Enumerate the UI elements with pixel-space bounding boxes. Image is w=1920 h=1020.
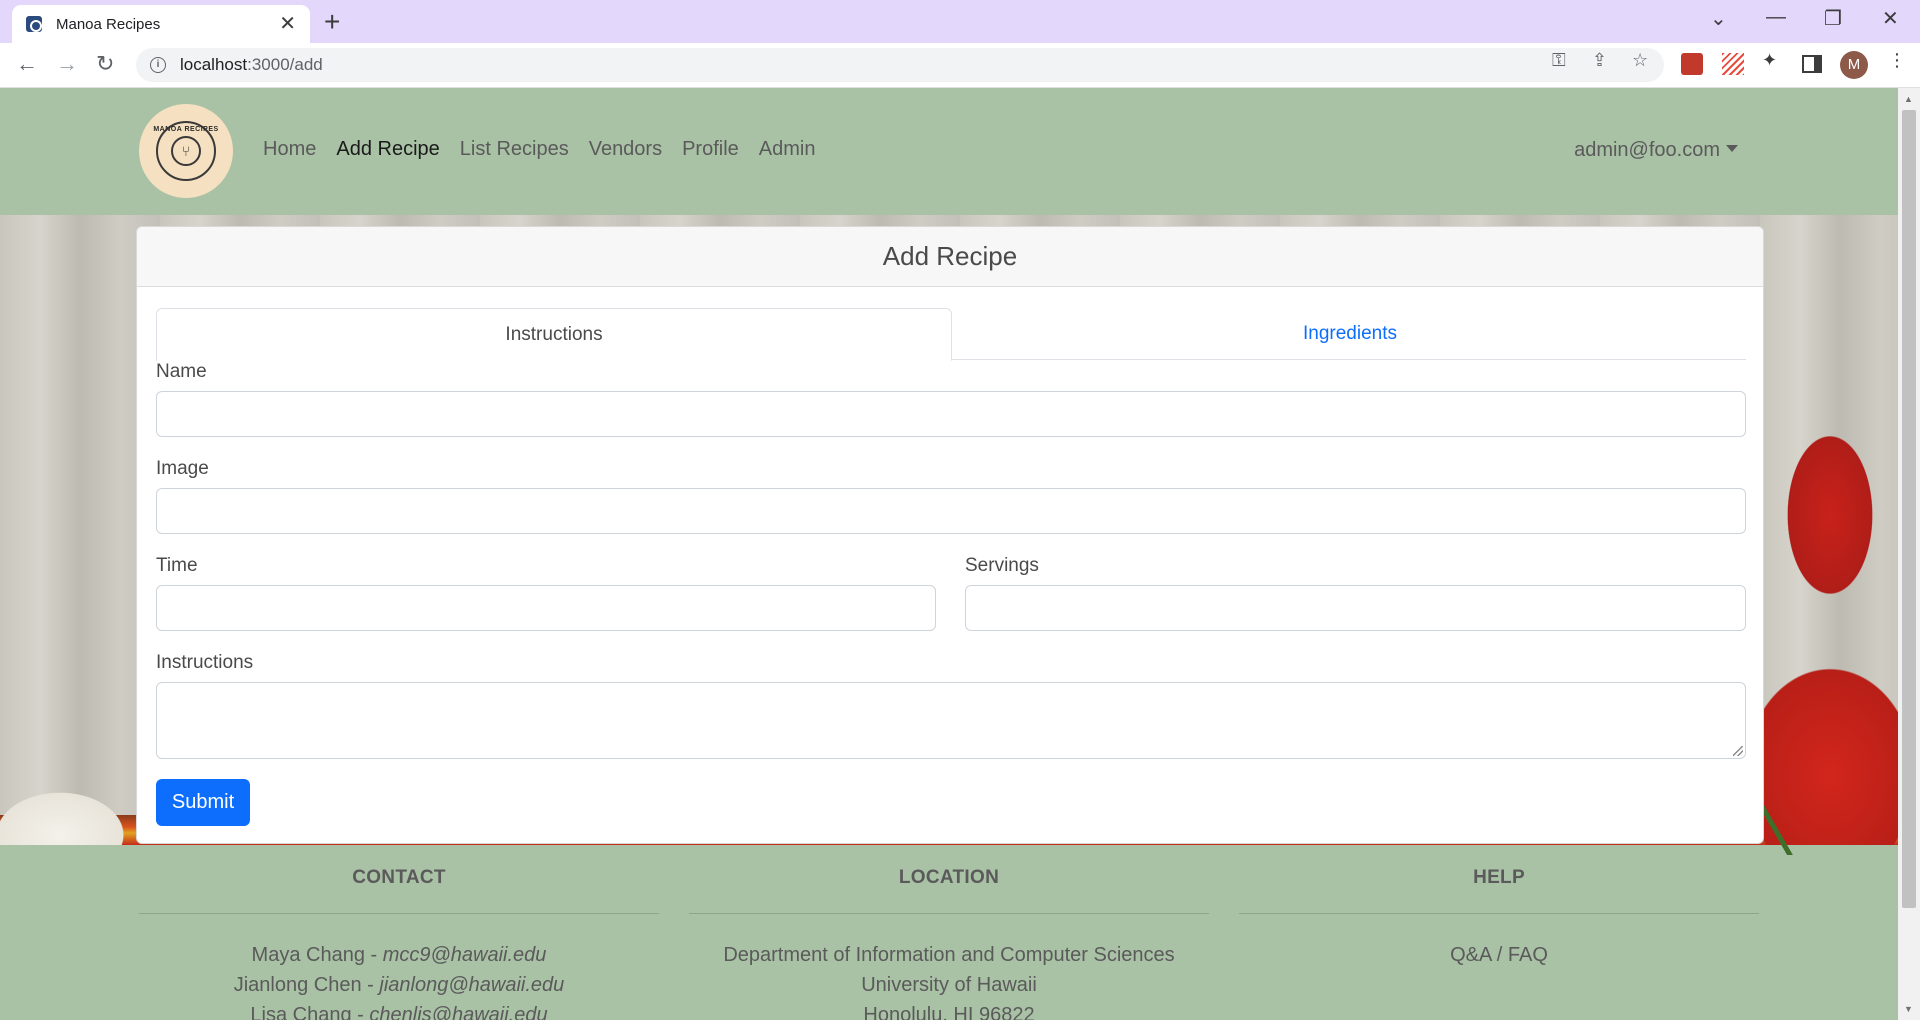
- restore-icon[interactable]: ❐: [1824, 6, 1842, 31]
- site-favicon-icon: [26, 16, 42, 32]
- page-scrollbar[interactable]: ▲ ▼: [1898, 88, 1920, 1020]
- extensions-puzzle-icon[interactable]: ✦: [1762, 50, 1777, 71]
- footer-location-heading: LOCATION: [898, 867, 1000, 888]
- location-line: University of Hawaii: [861, 974, 1037, 996]
- reload-icon[interactable]: ↻: [96, 51, 114, 77]
- extension-red-icon[interactable]: [1681, 53, 1703, 75]
- browser-titlebar: Manoa Recipes ✕ + ⌄ — ❐ ✕: [0, 0, 1920, 43]
- site-info-icon[interactable]: i: [150, 57, 166, 73]
- location-line: Honolulu, HI 96822: [863, 1004, 1035, 1020]
- footer-contact-heading: CONTACT: [352, 867, 446, 888]
- footer-divider: [139, 913, 659, 914]
- location-line: Department of Information and Computer S…: [723, 944, 1175, 966]
- page-viewport: ⑂ MANOA RECIPES Home Add Recipe List Rec…: [0, 88, 1898, 1020]
- footer-contact: CONTACT Maya Chang - mcc9@hawaii.edu Jia…: [139, 855, 659, 1020]
- profile-avatar[interactable]: M: [1840, 51, 1868, 79]
- servings-label: Servings: [965, 555, 1039, 576]
- tab-close-icon[interactable]: ✕: [279, 14, 296, 34]
- help-links: Q&A / FAQ: [1239, 940, 1759, 970]
- share-icon[interactable]: ⇪: [1592, 50, 1607, 71]
- browser-toolbar: ← → ↻ i localhost:3000/add ⚿ ⇪ ☆ ✦ M ⋮: [0, 43, 1920, 88]
- back-icon[interactable]: ←: [16, 51, 38, 77]
- submit-button[interactable]: Submit: [156, 779, 250, 826]
- key-icon[interactable]: ⚿: [1552, 50, 1566, 71]
- servings-input[interactable]: [965, 585, 1746, 631]
- address-bar[interactable]: i localhost:3000/add: [136, 48, 1664, 82]
- scroll-down-icon[interactable]: ▼: [1904, 1004, 1913, 1014]
- tab-search-icon[interactable]: ⌄: [1710, 6, 1727, 31]
- scrollbar-thumb[interactable]: [1902, 110, 1916, 908]
- new-tab-icon[interactable]: +: [324, 6, 340, 38]
- extension-stripes-icon[interactable]: [1722, 53, 1744, 75]
- time-label: Time: [156, 555, 198, 576]
- time-input[interactable]: [156, 585, 936, 631]
- side-panel-icon[interactable]: [1802, 55, 1822, 73]
- contact-email[interactable]: jianlong@hawaii.edu: [379, 974, 564, 996]
- footer-divider: [1239, 913, 1759, 914]
- resize-handle-icon[interactable]: [1733, 746, 1743, 756]
- logo-text: MANOA RECIPES: [153, 126, 219, 133]
- footer-help: HELP Q&A / FAQ: [1239, 855, 1759, 970]
- instructions-textarea[interactable]: [156, 682, 1746, 759]
- contact-person: Jianlong Chen - jianlong@hawaii.edu: [233, 974, 565, 996]
- nav-links: Home Add Recipe List Recipes Vendors Pro…: [263, 138, 816, 161]
- utensils-icon: ⑂: [171, 136, 201, 166]
- tab-title: Manoa Recipes: [56, 15, 161, 33]
- contact-email[interactable]: chenlis@hawaii.edu: [369, 1004, 547, 1020]
- tab-ingredients[interactable]: Ingredients: [952, 308, 1748, 360]
- nav-list-recipes[interactable]: List Recipes: [460, 138, 569, 161]
- nav-admin[interactable]: Admin: [759, 138, 816, 161]
- footer-divider: [689, 913, 1209, 914]
- contact-email[interactable]: mcc9@hawaii.edu: [383, 944, 547, 966]
- name-input[interactable]: [156, 391, 1746, 437]
- nav-profile[interactable]: Profile: [682, 138, 739, 161]
- nav-vendors[interactable]: Vendors: [589, 138, 662, 161]
- faq-link[interactable]: Q&A / FAQ: [1239, 940, 1759, 970]
- user-email: admin@foo.com: [1574, 139, 1720, 161]
- browser-tab[interactable]: Manoa Recipes ✕: [12, 5, 310, 43]
- caret-down-icon: [1726, 145, 1738, 152]
- forward-icon[interactable]: →: [56, 51, 78, 77]
- menu-kebab-icon[interactable]: ⋮: [1888, 50, 1906, 71]
- site-logo[interactable]: ⑂ MANOA RECIPES: [139, 104, 233, 198]
- minimize-icon[interactable]: —: [1766, 6, 1786, 29]
- contact-list: Maya Chang - mcc9@hawaii.edu Jianlong Ch…: [139, 940, 659, 1020]
- bookmark-star-icon[interactable]: ☆: [1632, 50, 1648, 71]
- image-label: Image: [156, 458, 209, 479]
- card-header: Add Recipe: [137, 227, 1763, 287]
- scroll-up-icon[interactable]: ▲: [1904, 94, 1913, 104]
- footer-location: LOCATION Department of Information and C…: [689, 855, 1209, 1020]
- add-recipe-card: Add Recipe Instructions Ingredients Name…: [136, 226, 1764, 844]
- site-navbar: ⑂ MANOA RECIPES Home Add Recipe List Rec…: [0, 88, 1898, 215]
- site-footer: CONTACT Maya Chang - mcc9@hawaii.edu Jia…: [0, 855, 1898, 1020]
- nav-home[interactable]: Home: [263, 138, 316, 161]
- form-tabs: Instructions Ingredients: [156, 308, 1748, 361]
- page-title: Add Recipe: [882, 241, 1018, 271]
- instructions-label: Instructions: [156, 652, 254, 673]
- window-close-icon[interactable]: ✕: [1882, 6, 1899, 31]
- contact-person: Maya Chang - mcc9@hawaii.edu: [251, 944, 547, 966]
- footer-help-heading: HELP: [1473, 867, 1525, 888]
- url-text: localhost:3000/add: [180, 55, 323, 74]
- nav-add-recipe[interactable]: Add Recipe: [336, 138, 439, 161]
- user-dropdown[interactable]: admin@foo.com: [1574, 139, 1738, 162]
- contact-person: Lisa Chang - chenlis@hawaii.edu: [139, 1000, 659, 1020]
- location-lines: Department of Information and Computer S…: [689, 940, 1209, 1020]
- tab-instructions[interactable]: Instructions: [156, 308, 952, 361]
- name-label: Name: [156, 361, 207, 382]
- image-input[interactable]: [156, 488, 1746, 534]
